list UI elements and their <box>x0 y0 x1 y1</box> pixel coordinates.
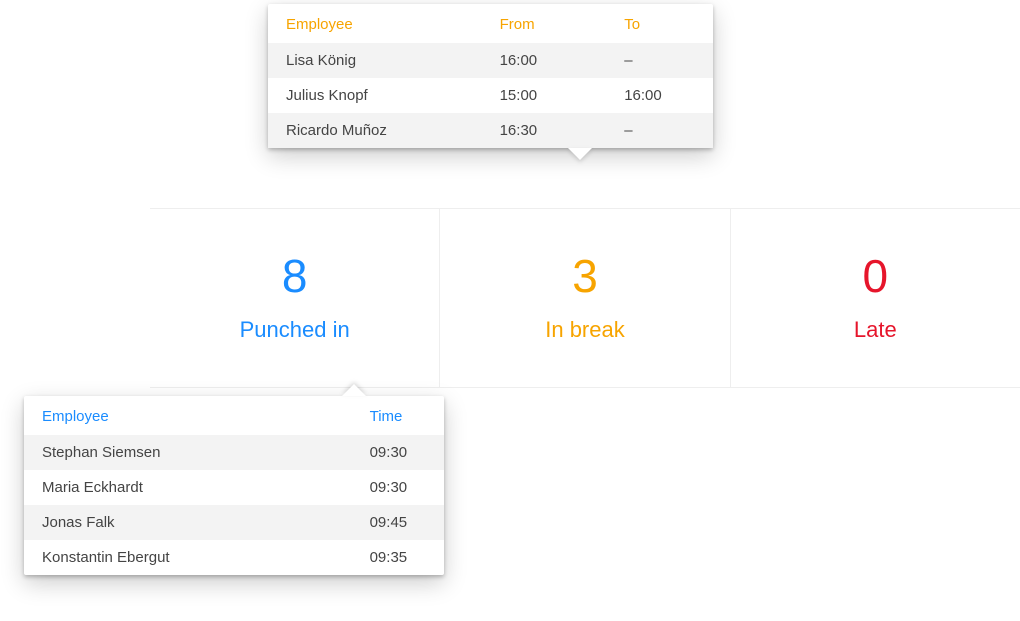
col-header-to: To <box>606 4 713 43</box>
punched-table: Employee Time Stephan Siemsen 09:30 Mari… <box>24 396 444 575</box>
card-label: In break <box>545 317 625 343</box>
table-header-row: Employee From To <box>268 4 713 43</box>
table-row[interactable]: Konstantin Ebergut 09:35 <box>24 540 444 575</box>
break-table: Employee From To Lisa König 16:00 – Juli… <box>268 4 713 148</box>
cell-to: – <box>606 113 713 148</box>
popover-in-break: Employee From To Lisa König 16:00 – Juli… <box>268 4 713 148</box>
table-row[interactable]: Lisa König 16:00 – <box>268 43 713 78</box>
cell-to: – <box>606 43 713 78</box>
table-row[interactable]: Jonas Falk 09:45 <box>24 505 444 540</box>
status-cards-row: 8 Punched in 3 In break 0 Late <box>150 208 1020 388</box>
card-late[interactable]: 0 Late <box>731 209 1020 387</box>
cell-time: 09:45 <box>352 505 444 540</box>
cell-employee: Stephan Siemsen <box>24 435 352 470</box>
table-row[interactable]: Stephan Siemsen 09:30 <box>24 435 444 470</box>
cell-employee: Julius Knopf <box>268 78 482 113</box>
card-count: 3 <box>572 253 598 299</box>
col-header-employee: Employee <box>24 396 352 435</box>
table-header-row: Employee Time <box>24 396 444 435</box>
cell-employee: Lisa König <box>268 43 482 78</box>
popover-punched-in: Employee Time Stephan Siemsen 09:30 Mari… <box>24 396 444 575</box>
card-count: 0 <box>863 253 889 299</box>
card-punched-in[interactable]: 8 Punched in <box>150 209 440 387</box>
cell-employee: Jonas Falk <box>24 505 352 540</box>
card-count: 8 <box>282 253 308 299</box>
cell-from: 16:00 <box>482 43 607 78</box>
table-row[interactable]: Julius Knopf 15:00 16:00 <box>268 78 713 113</box>
col-header-time: Time <box>352 396 444 435</box>
card-label: Late <box>854 317 897 343</box>
popover-arrow-up-icon <box>342 384 366 396</box>
cell-employee: Maria Eckhardt <box>24 470 352 505</box>
table-row[interactable]: Maria Eckhardt 09:30 <box>24 470 444 505</box>
col-header-from: From <box>482 4 607 43</box>
cell-time: 09:30 <box>352 470 444 505</box>
cell-to: 16:00 <box>606 78 713 113</box>
cell-time: 09:30 <box>352 435 444 470</box>
card-in-break[interactable]: 3 In break <box>440 209 730 387</box>
card-label: Punched in <box>240 317 350 343</box>
table-row[interactable]: Ricardo Muñoz 16:30 – <box>268 113 713 148</box>
cell-from: 15:00 <box>482 78 607 113</box>
cell-employee: Ricardo Muñoz <box>268 113 482 148</box>
cell-from: 16:30 <box>482 113 607 148</box>
cell-time: 09:35 <box>352 540 444 575</box>
cell-employee: Konstantin Ebergut <box>24 540 352 575</box>
popover-arrow-down-icon <box>568 148 592 160</box>
col-header-employee: Employee <box>268 4 482 43</box>
